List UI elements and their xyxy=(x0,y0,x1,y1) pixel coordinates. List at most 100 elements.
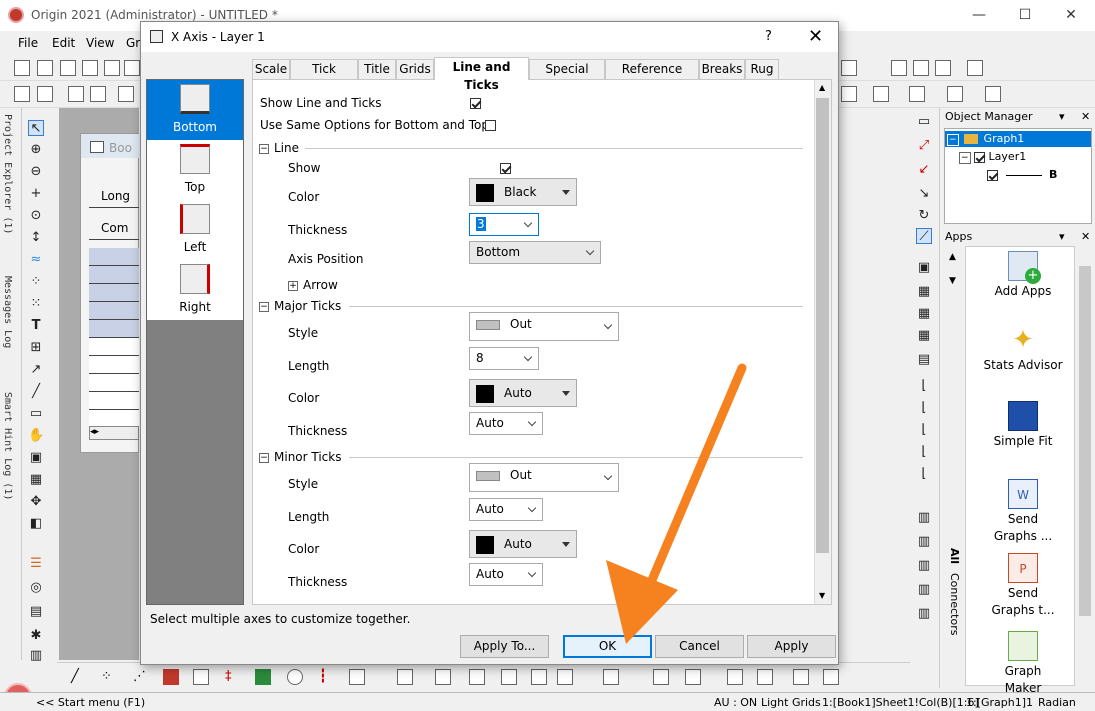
mask-icon[interactable] xyxy=(531,669,547,685)
line-thickness-value[interactable]: 3 xyxy=(476,217,486,231)
error-bar-icon[interactable]: ‡ xyxy=(225,669,241,685)
rescale-icon[interactable]: ⤢ xyxy=(916,138,932,154)
draw-data-icon[interactable]: ⁘ xyxy=(28,274,44,290)
show-line-and-ticks-checkbox[interactable] xyxy=(470,98,481,109)
workbook-window[interactable]: Boo Long Com ◂▸ xyxy=(80,133,140,453)
line-tool-icon[interactable]: ╱ xyxy=(28,384,44,400)
merge-icon[interactable]: ▦ xyxy=(916,284,932,300)
tab-grids[interactable]: Grids xyxy=(396,59,434,79)
align-left-icon[interactable]: ⌊ xyxy=(916,378,932,394)
data-reader-icon[interactable]: ⊙ xyxy=(28,208,44,224)
tree-graph-node[interactable]: − Graph1 xyxy=(945,131,1091,147)
scroll-down-icon[interactable]: ▼ xyxy=(819,591,825,600)
layer-tools-icon[interactable] xyxy=(397,669,413,685)
screen-icon[interactable] xyxy=(557,669,573,685)
data-row[interactable] xyxy=(89,302,139,320)
line-thickness-combo[interactable]: 3 xyxy=(469,213,539,236)
back-icon[interactable]: ▥ xyxy=(916,582,932,598)
insert-graph-icon[interactable]: ▦ xyxy=(28,472,44,488)
apps-scroll-thumb[interactable] xyxy=(1079,266,1091,616)
area-chart-icon[interactable] xyxy=(255,669,271,685)
import-ascii-icon[interactable] xyxy=(37,86,53,102)
collapse-icon[interactable]: − xyxy=(259,143,269,154)
brightness-icon[interactable] xyxy=(947,86,963,102)
text-tool-icon[interactable]: T xyxy=(28,318,44,334)
line-plot-icon[interactable]: ╱ xyxy=(71,669,87,685)
split-icon[interactable]: ▦ xyxy=(916,328,932,344)
color-scale-icon[interactable]: ☰ xyxy=(28,556,44,572)
tab-title[interactable]: Title xyxy=(358,59,396,79)
stacked-plot-icon[interactable] xyxy=(935,60,951,76)
distribute-icon[interactable]: ⌊ xyxy=(916,466,932,482)
stock-chart-icon[interactable]: ┇ xyxy=(319,669,335,685)
marker-icon[interactable]: ✱ xyxy=(28,628,44,644)
collapse-icon[interactable]: − xyxy=(259,452,269,463)
apply-to-button[interactable]: Apply To... xyxy=(460,635,549,658)
column-plot-icon[interactable] xyxy=(841,60,857,76)
app-simple-fit[interactable]: Simple Fit xyxy=(970,401,1076,450)
multi-panel-icon[interactable] xyxy=(193,669,209,685)
line-color-dropdown[interactable]: Black xyxy=(469,178,577,206)
line-style-icon[interactable] xyxy=(985,86,1001,102)
region-tool-icon[interactable]: ▣ xyxy=(28,450,44,466)
app-send-graphs-ppt[interactable]: P Send Graphs t... xyxy=(970,553,1076,619)
screen-reader-icon[interactable]: + xyxy=(28,186,44,202)
panel-close-icon[interactable]: ✕ xyxy=(1081,110,1090,123)
filter-icon[interactable] xyxy=(967,60,983,76)
hand-tool-icon[interactable]: ✋ xyxy=(28,428,44,444)
expand-icon[interactable]: + xyxy=(288,280,298,291)
tab-rug[interactable]: Rug xyxy=(745,59,779,79)
data-row[interactable] xyxy=(89,320,139,338)
rescale-x-icon[interactable]: ↙ xyxy=(916,162,932,178)
polar-plot-icon[interactable] xyxy=(287,669,303,685)
tab-tick-labels[interactable]: Tick Labels xyxy=(290,59,358,94)
collapse-icon[interactable]: − xyxy=(959,152,971,164)
pattern-icon[interactable] xyxy=(873,86,889,102)
rotate-icon[interactable]: ↻ xyxy=(916,208,932,224)
help-button[interactable]: ? xyxy=(765,29,772,44)
data-row[interactable] xyxy=(89,248,139,266)
apps-close-icon[interactable]: ✕ xyxy=(1081,230,1090,243)
data-row[interactable] xyxy=(89,356,139,374)
arrow-subsection[interactable]: + Arrow xyxy=(288,278,338,292)
cluster-icon[interactable] xyxy=(823,669,839,685)
app-add-apps[interactable]: + Add Apps xyxy=(970,251,1076,300)
content-scroll-thumb[interactable] xyxy=(816,98,829,553)
zoom-in-icon[interactable]: ⊕ xyxy=(28,142,44,158)
scroll-up-icon[interactable]: ▲ xyxy=(949,252,956,262)
batch-icon[interactable] xyxy=(757,669,773,685)
annotation-icon[interactable]: ⊞ xyxy=(28,340,44,356)
plot-visible-checkbox[interactable] xyxy=(987,169,998,181)
table-tool-icon[interactable]: ▥ xyxy=(28,648,44,664)
zoom-out-icon[interactable]: ⊖ xyxy=(28,164,44,180)
arrow-tool-icon[interactable]: ↗ xyxy=(28,362,44,378)
menu-file[interactable]: File xyxy=(18,36,38,50)
refresh-icon[interactable] xyxy=(68,86,84,102)
pointer-tool-icon[interactable]: ↖ xyxy=(28,120,44,136)
new-folder-icon[interactable] xyxy=(37,60,53,76)
menu-edit[interactable]: Edit xyxy=(52,36,75,50)
apps-tab-all[interactable]: All xyxy=(943,548,961,564)
copy-page-icon[interactable] xyxy=(118,86,134,102)
add-layer-icon[interactable]: ▭ xyxy=(916,114,932,130)
tab-reference-lines[interactable]: Reference Lines xyxy=(605,59,699,94)
major-length-combo[interactable]: 8 xyxy=(469,347,539,370)
new-workbook-icon[interactable] xyxy=(60,60,76,76)
image-tool-icon[interactable]: ▤ xyxy=(28,604,44,620)
scatter-plot-icon[interactable]: ⁘ xyxy=(101,669,117,685)
messages-log-tab[interactable]: Messages Log xyxy=(2,276,13,348)
layer-icon[interactable]: ◧ xyxy=(28,516,44,532)
scatter-tool-icon[interactable]: ⁙ xyxy=(28,296,44,312)
smart-hint-log-tab[interactable]: Smart Hint Log (1) xyxy=(2,392,13,500)
data-row[interactable] xyxy=(89,266,139,284)
format-icon[interactable] xyxy=(685,669,701,685)
tab-line-and-ticks[interactable]: Line and Ticks xyxy=(434,57,529,92)
data-selector-icon[interactable]: ↕ xyxy=(28,230,44,246)
same-options-checkbox[interactable] xyxy=(484,120,496,131)
new-notes-icon[interactable] xyxy=(124,60,140,76)
scroll-up-icon[interactable]: ▲ xyxy=(819,83,825,92)
tree-layer-node[interactable]: − Layer1 xyxy=(959,149,1026,165)
app-graph-maker[interactable]: Graph Maker xyxy=(970,631,1076,697)
worksheet-icon[interactable] xyxy=(793,669,809,685)
line-show-checkbox[interactable] xyxy=(499,163,511,174)
